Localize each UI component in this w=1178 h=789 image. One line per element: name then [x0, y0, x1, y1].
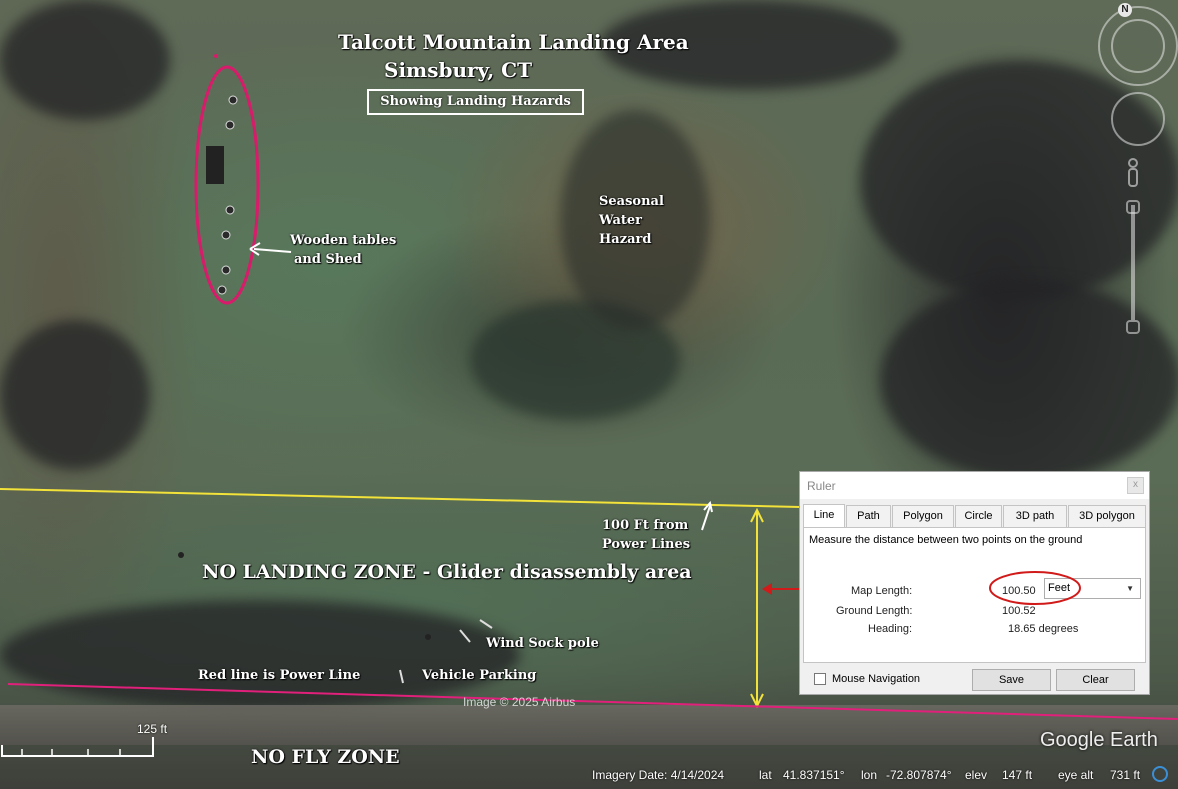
streaming-icon [1152, 766, 1168, 782]
heading-value: 18.65 degrees [1008, 623, 1079, 635]
eye-alt-value: 731 ft [1110, 768, 1141, 782]
compass-inner-icon [1111, 19, 1165, 73]
map-length-highlight [989, 571, 1081, 605]
ruler-dialog: Ruler x Line Path Polygon Circle 3D path… [799, 471, 1150, 695]
eye-alt-label: eye alt [1058, 768, 1094, 782]
label-water-2: Water [599, 213, 643, 228]
imagery-date: Imagery Date: 4/14/2024 [592, 768, 725, 782]
mouse-navigation-label: Mouse Navigation [832, 673, 921, 685]
label-wind-sock: Wind Sock pole [486, 636, 599, 651]
ruler-description: Measure the distance between two points … [809, 534, 1083, 546]
imagery-copyright: Image © 2025 Airbus [463, 695, 576, 709]
label-shed: and Shed [294, 252, 362, 267]
elev-label: elev [965, 768, 988, 782]
tab-line[interactable]: Line [803, 504, 845, 528]
google-earth-logo: Google Earth [1040, 729, 1158, 752]
elev-value: 147 ft [1002, 768, 1033, 782]
tables-arrow [253, 248, 292, 253]
tab-3d-path[interactable]: 3D path [1003, 505, 1067, 527]
lat-value: 41.837151° [783, 768, 845, 782]
logo-text: Google Earth [1040, 729, 1158, 751]
map-length-label: Map Length: [851, 585, 913, 597]
pegman-icon[interactable] [1127, 158, 1139, 188]
tab-path[interactable]: Path [846, 505, 891, 527]
lat-label: lat [759, 768, 772, 782]
status-bar: Imagery Date: 4/14/2024 lat 41.837151° l… [0, 765, 1178, 787]
tables-markers [206, 95, 238, 295]
label-distance-1: 100 Ft from [602, 518, 689, 533]
tab-circle[interactable]: Circle [955, 505, 1002, 527]
save-button[interactable]: Save [972, 669, 1051, 691]
lon-value: -72.807874° [886, 768, 952, 782]
clear-button[interactable]: Clear [1056, 669, 1135, 691]
map-title: Talcott Mountain Landing Area [338, 30, 689, 54]
ground-length-label: Ground Length: [836, 605, 913, 617]
ruler-line-panel: Measure the distance between two points … [803, 527, 1146, 663]
north-button[interactable]: N [1118, 3, 1132, 17]
label-distance-2: Power Lines [602, 537, 691, 552]
zoom-slider-icon[interactable] [1131, 205, 1135, 320]
callout-arrowhead [762, 583, 772, 595]
look-joystick-icon[interactable] [1111, 92, 1165, 146]
ruler-title: Ruler [807, 479, 836, 493]
map-location: Simsbury, CT [384, 58, 532, 82]
zoom-out-icon[interactable] [1126, 320, 1140, 334]
label-water-3: Hazard [599, 232, 652, 247]
close-icon[interactable]: x [1127, 477, 1144, 494]
hazard-marker [214, 54, 218, 58]
label-parking: Vehicle Parking [422, 668, 537, 683]
ground-length-value: 100.52 [1002, 605, 1036, 617]
scale-bar [1, 737, 154, 757]
chevron-down-icon: ▼ [1126, 584, 1134, 593]
mouse-navigation-checkbox[interactable] [814, 673, 826, 685]
tab-3d-polygon[interactable]: 3D polygon [1068, 505, 1146, 527]
label-power-line: Red line is Power Line [198, 668, 361, 683]
scale-label: 125 ft [137, 722, 168, 736]
heading-label: Heading: [868, 623, 913, 635]
label-no-landing: NO LANDING ZONE - Glider disassembly are… [202, 561, 692, 583]
ruler-titlebar[interactable]: Ruler x [800, 472, 1149, 499]
label-tables: Wooden tables [290, 233, 397, 248]
lon-label: lon [861, 768, 878, 782]
label-water-1: Seasonal [599, 194, 664, 209]
distance-arrow [701, 505, 711, 531]
map-subtitle: Showing Landing Hazards [367, 89, 584, 115]
tab-polygon[interactable]: Polygon [892, 505, 954, 527]
boundary-line [0, 488, 801, 508]
